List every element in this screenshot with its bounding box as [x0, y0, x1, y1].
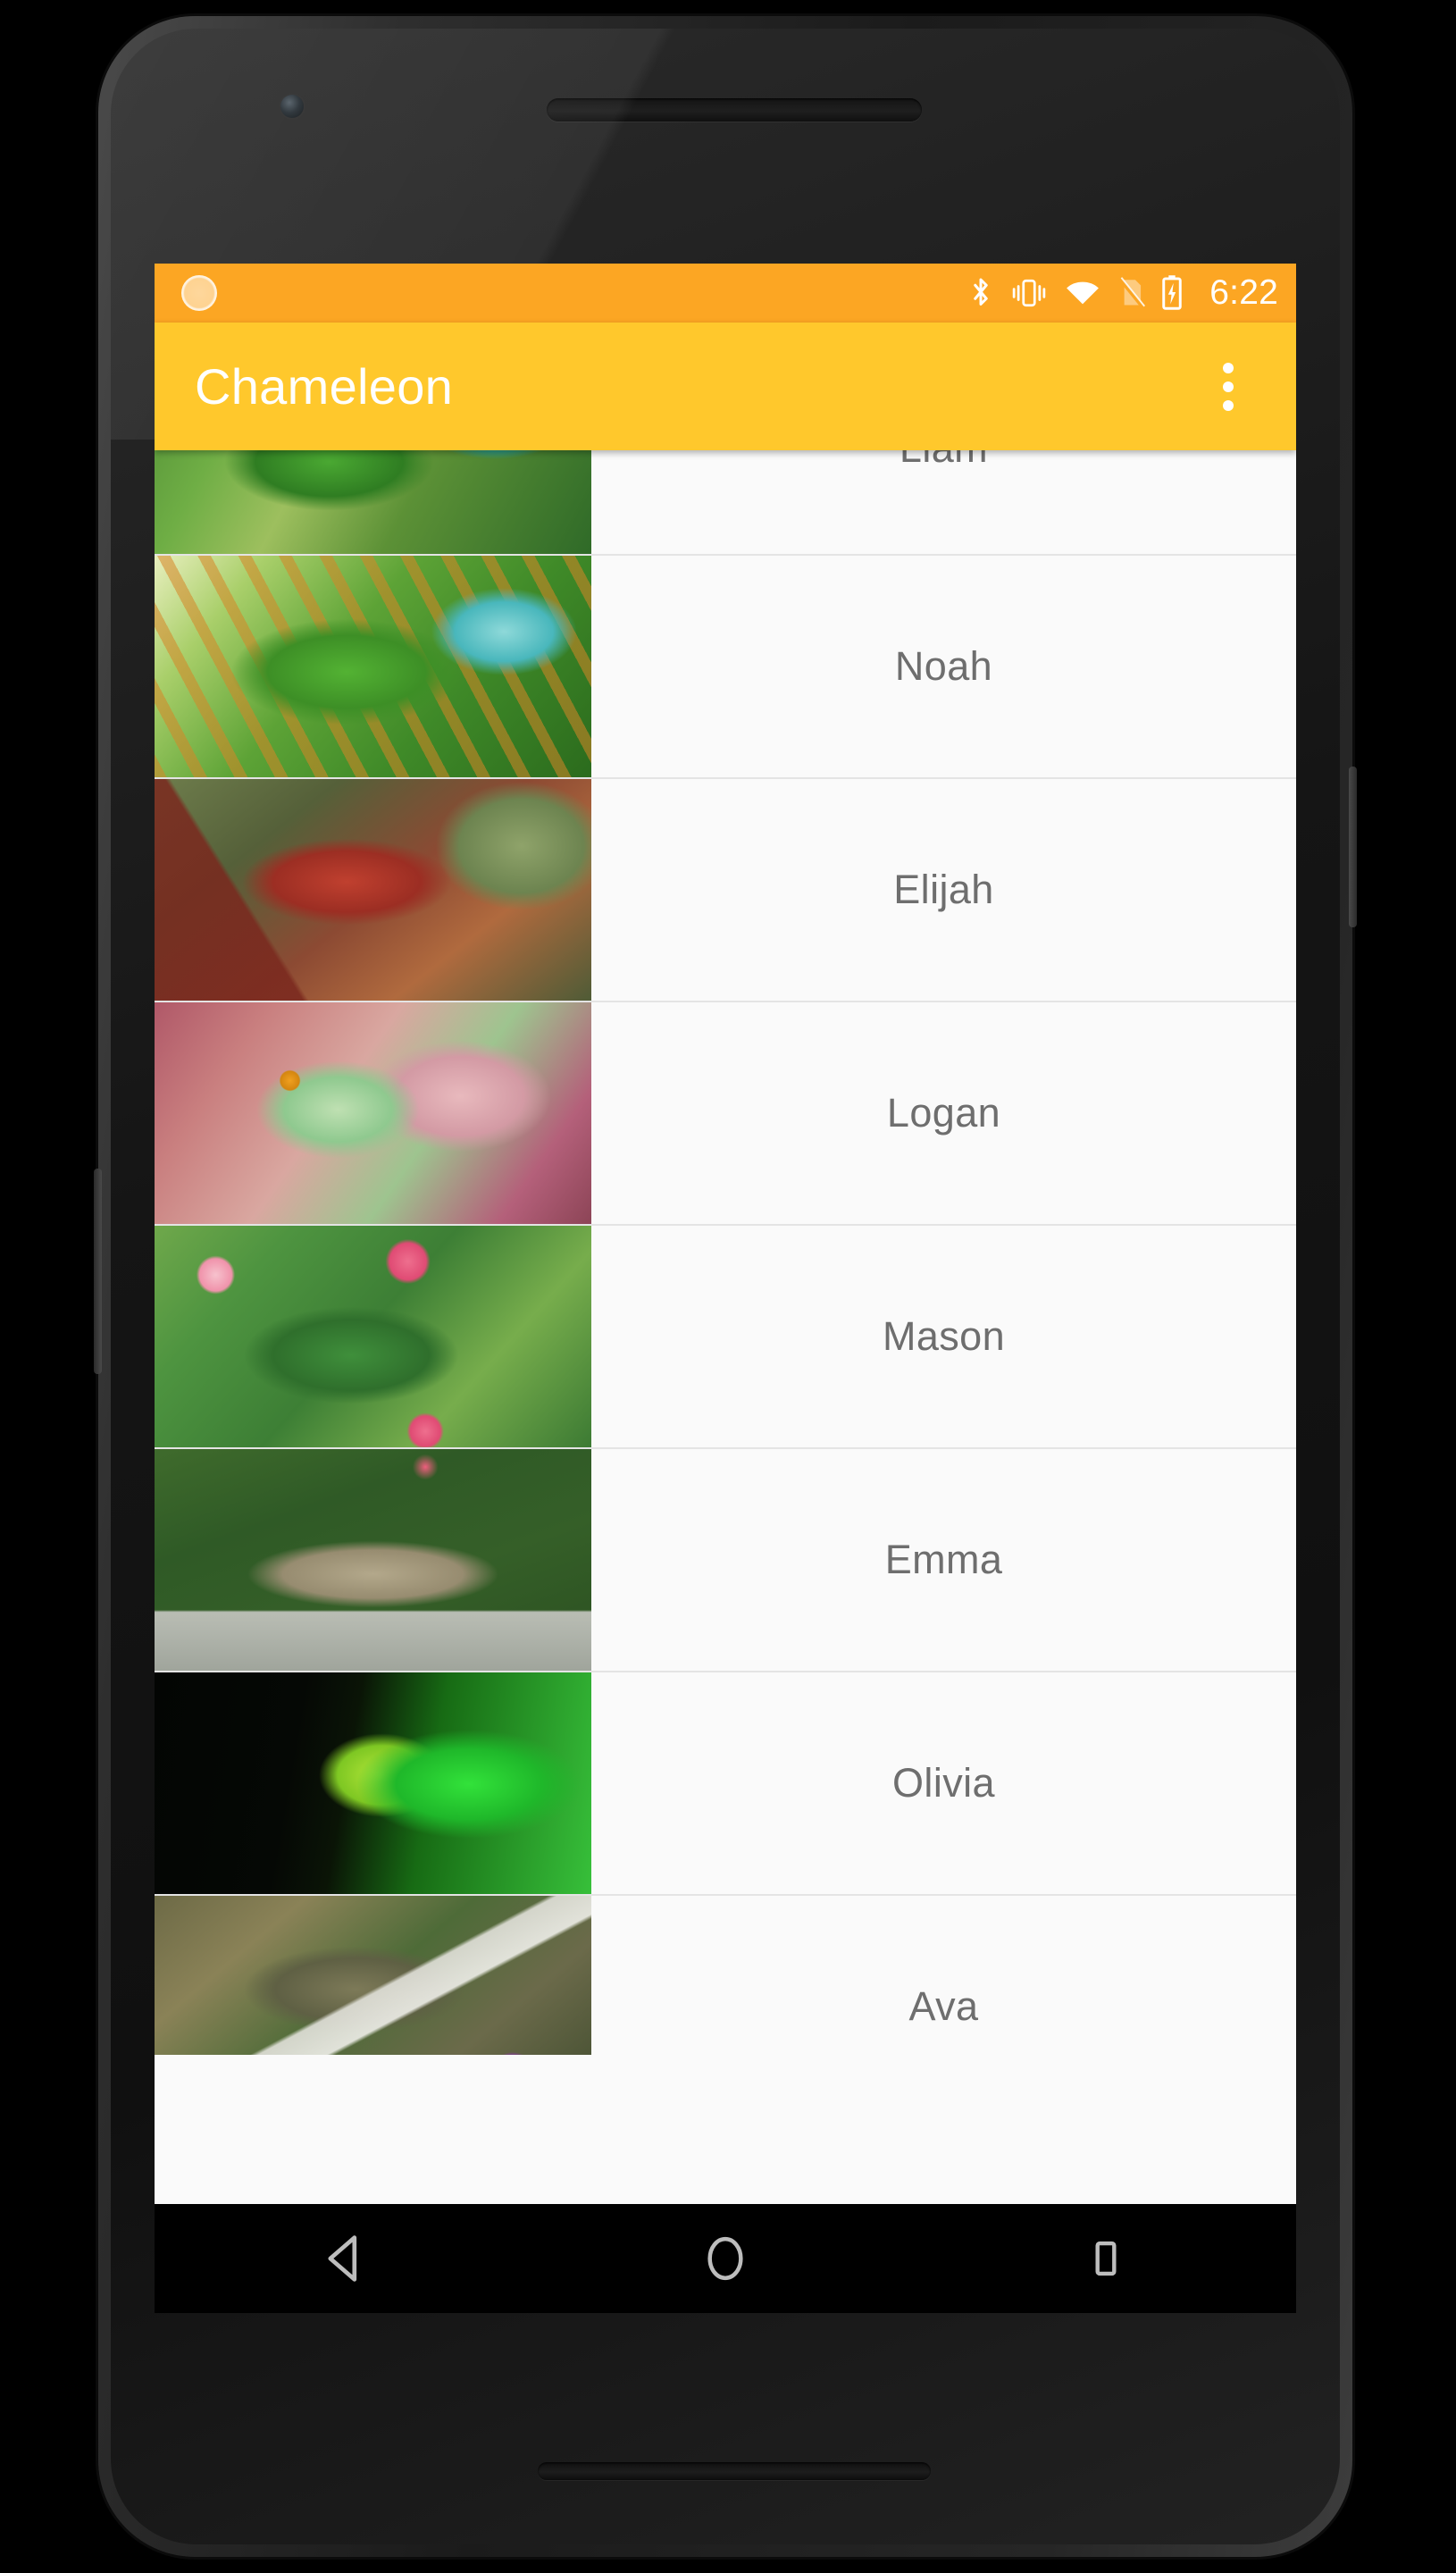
- list-item-thumbnail: [155, 1449, 591, 1671]
- home-circle-icon: [702, 2233, 749, 2284]
- list-item-thumbnail: [155, 1226, 591, 1447]
- battery-charging-icon: [1160, 274, 1184, 312]
- list-item-name: Elijah: [893, 867, 994, 912]
- chameleon-photo: [155, 1002, 591, 1224]
- list-item-name: Logan: [886, 1090, 1001, 1136]
- chameleon-photo: [155, 556, 591, 777]
- chameleon-photo: [155, 450, 591, 554]
- list-item-name: Emma: [884, 1537, 1003, 1582]
- recents-button[interactable]: [1039, 2204, 1173, 2313]
- list-item-label-area: Liam: [591, 450, 1296, 554]
- status-icon-group: 6:22: [967, 273, 1278, 313]
- list-item-label-area: Noah: [591, 556, 1296, 777]
- vibrate-mode-icon: [1009, 275, 1049, 311]
- no-sim-card-icon: [1117, 275, 1146, 311]
- power-button[interactable]: [1349, 767, 1357, 927]
- list-item[interactable]: Elijah: [155, 779, 1296, 1002]
- overflow-dot: [1223, 399, 1234, 411]
- status-bar: 6:22: [155, 264, 1296, 323]
- list-item-label-area: Emma: [591, 1449, 1296, 1671]
- app-bar: Chameleon: [155, 323, 1296, 450]
- chameleon-photo: [155, 1896, 591, 2055]
- list-item-name: Noah: [894, 643, 993, 689]
- bottom-speaker: [538, 2462, 931, 2480]
- list-item-label-area: Mason: [591, 1226, 1296, 1447]
- list-item-thumbnail: [155, 450, 591, 554]
- status-bar-clock: 6:22: [1209, 273, 1278, 312]
- list-item-label-area: Elijah: [591, 779, 1296, 1001]
- chameleon-photo: [155, 1672, 591, 1894]
- bluetooth-icon: [967, 275, 994, 311]
- list-item[interactable]: Olivia: [155, 1672, 1296, 1896]
- chameleon-list[interactable]: Liam Noah Elijah: [155, 450, 1296, 2055]
- earpiece-speaker: [547, 98, 922, 122]
- app-title: Chameleon: [195, 358, 454, 415]
- phone-device-frame: 6:22 Chameleon Liam: [94, 16, 1357, 2557]
- overflow-dot: [1223, 381, 1234, 392]
- sync-circle-icon: [181, 275, 217, 311]
- overflow-menu-icon[interactable]: [1185, 344, 1271, 430]
- list-item-label-area: Olivia: [591, 1672, 1296, 1894]
- overflow-dot: [1223, 362, 1234, 373]
- chameleon-photo: [155, 779, 591, 1001]
- list-item[interactable]: Ava: [155, 1896, 1296, 2055]
- navigation-bar: [155, 2204, 1296, 2313]
- list-item-thumbnail: [155, 1896, 591, 2055]
- list-item-thumbnail: [155, 779, 591, 1001]
- volume-button[interactable]: [94, 1169, 102, 1374]
- back-button[interactable]: [278, 2204, 412, 2313]
- list-item[interactable]: Liam: [155, 450, 1296, 556]
- list-item-thumbnail: [155, 1672, 591, 1894]
- home-button[interactable]: [658, 2204, 792, 2313]
- front-camera-lens: [280, 95, 304, 118]
- list-item-thumbnail: [155, 1002, 591, 1224]
- list-item[interactable]: Noah: [155, 556, 1296, 779]
- list-item[interactable]: Emma: [155, 1449, 1296, 1672]
- back-triangle-icon: [321, 2233, 369, 2284]
- recents-square-icon: [1086, 2233, 1125, 2284]
- list-item-name: Ava: [908, 1983, 979, 2029]
- list-item-label-area: Ava: [591, 1896, 1296, 2055]
- list-item-thumbnail: [155, 556, 591, 777]
- list-item-name: Liam: [900, 450, 988, 472]
- wifi-icon: [1064, 275, 1101, 311]
- chameleon-photo: [155, 1226, 591, 1447]
- list-item-name: Olivia: [892, 1760, 995, 1806]
- phone-screen: 6:22 Chameleon Liam: [155, 264, 1296, 2313]
- list-item[interactable]: Mason: [155, 1226, 1296, 1449]
- chameleon-photo: [155, 1449, 591, 1671]
- list-item[interactable]: Logan: [155, 1002, 1296, 1226]
- list-item-label-area: Logan: [591, 1002, 1296, 1224]
- list-item-name: Mason: [882, 1313, 1006, 1359]
